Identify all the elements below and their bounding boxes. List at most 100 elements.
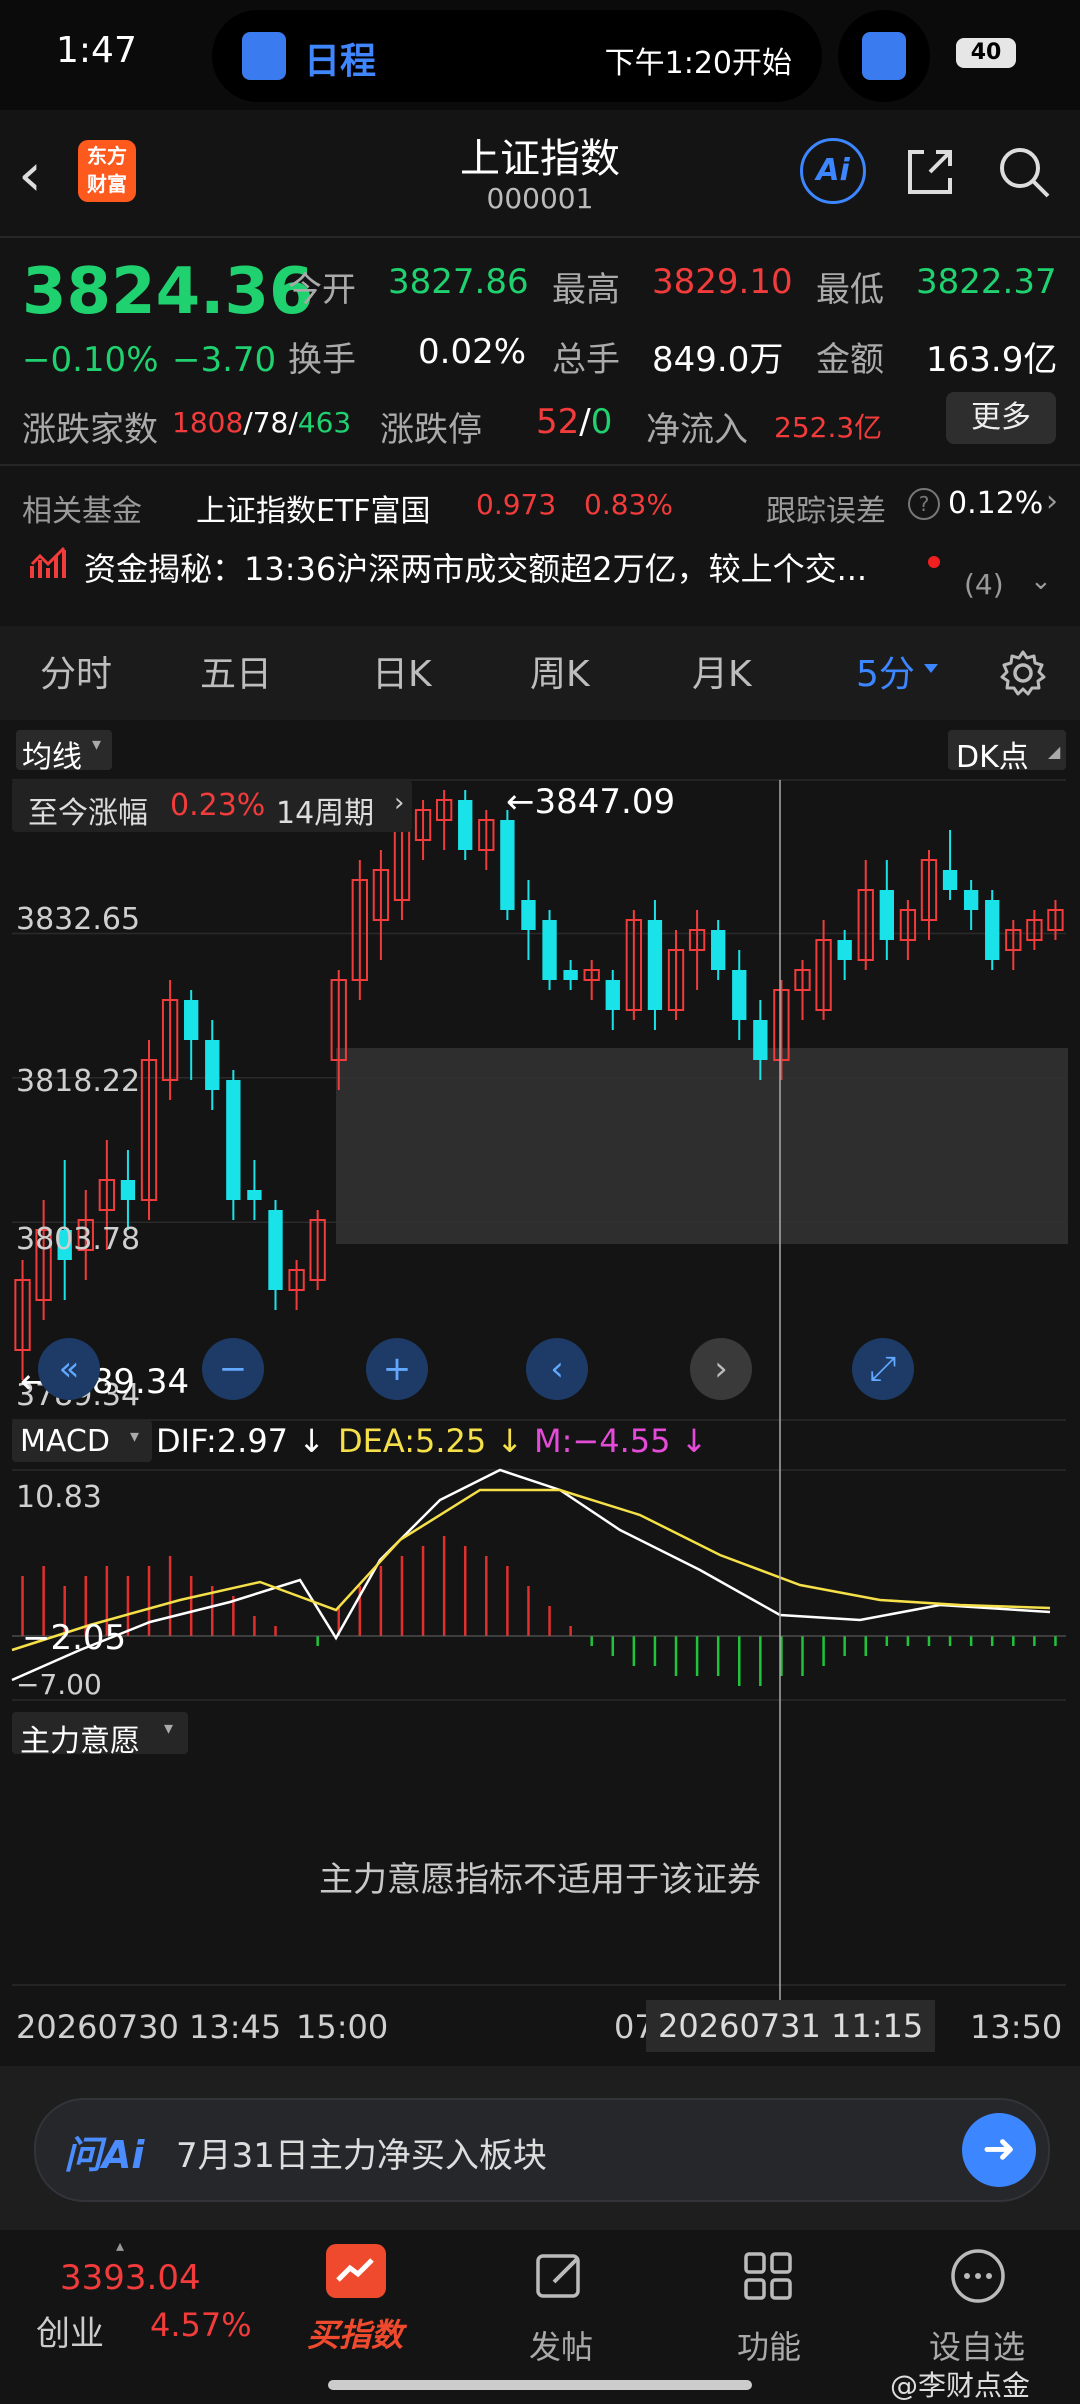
- candle-body: [184, 1000, 199, 1040]
- caret-down-icon: ▾: [164, 1718, 174, 1739]
- amount-value: 163.9亿: [926, 340, 1058, 380]
- ai-button[interactable]: Ai: [800, 138, 866, 204]
- netflow-value: 252.3亿: [774, 411, 883, 444]
- clock: 1:47: [56, 30, 137, 71]
- tab-daily-k[interactable]: 日K: [372, 645, 432, 697]
- fund-label: 相关基金: [22, 494, 142, 529]
- candle-body: [985, 900, 1000, 960]
- tab-intraday[interactable]: 分时: [40, 645, 112, 697]
- news-count: (4): [964, 568, 1004, 601]
- high-value: 3829.10: [652, 262, 793, 302]
- chevron-right-icon: ›: [1046, 484, 1058, 519]
- candle-body: [268, 1210, 283, 1290]
- max-marker: ←3847.09: [506, 782, 676, 822]
- nav-functions[interactable]: 功能: [704, 2322, 834, 2368]
- candle-body: [500, 820, 515, 910]
- macd-cross: −2.05: [22, 1618, 127, 1658]
- cursor-time: 20260731 11:15: [646, 2000, 936, 2052]
- nav-watchlist[interactable]: 设自选: [912, 2322, 1042, 2368]
- tracking-label: 跟踪误差: [766, 494, 886, 529]
- amount-label: 金额: [816, 340, 884, 380]
- scroll-left-button[interactable]: ‹: [526, 1338, 588, 1400]
- help-icon[interactable]: ?: [908, 488, 940, 520]
- candle-body: [521, 900, 536, 930]
- unread-dot: [928, 556, 940, 568]
- fullscreen-button[interactable]: ⤢: [852, 1338, 914, 1400]
- change-amount: −3.70: [172, 340, 277, 380]
- macd-selector[interactable]: MACD ▾: [12, 1420, 152, 1462]
- header: ‹ 东方财富 上证指数 000001 Ai: [0, 110, 1080, 235]
- open-label: 今开: [288, 270, 356, 310]
- main-force-label: 主力意愿: [20, 1724, 140, 1759]
- share-icon[interactable]: [902, 144, 958, 200]
- y-tick-1: 3832.65: [16, 902, 141, 937]
- ask-ai-input[interactable]: 7月31日主力净买入板块: [176, 2128, 547, 2177]
- macd-dif: DIF:2.97 ↓: [156, 1422, 326, 1460]
- breadth-down: 463: [297, 406, 352, 439]
- zoom-out-button[interactable]: −: [202, 1338, 264, 1400]
- search-icon[interactable]: [996, 144, 1052, 200]
- nav-buy-index[interactable]: 买指数: [290, 2310, 420, 2356]
- tab-weekly-k[interactable]: 周K: [530, 645, 590, 697]
- chart-icon: [326, 2244, 386, 2298]
- bottom-nav: ▴ 3393.04 创业 4.57% 买指数 发帖 功能 设自选 @李财点金: [0, 2230, 1080, 2402]
- candle-body: [942, 870, 958, 890]
- x-label-end: 13:50: [970, 2008, 1063, 2046]
- schedule-island[interactable]: 日程 下午1:20开始: [212, 10, 822, 102]
- breadth-up: 1808: [172, 406, 244, 439]
- candle-body: [247, 1190, 262, 1200]
- tab-5min[interactable]: 5分: [856, 645, 915, 697]
- candle-body: [753, 1020, 768, 1060]
- zoom-in-button[interactable]: +: [366, 1338, 428, 1400]
- shaded-range: [336, 1048, 1068, 1244]
- low-label: 最低: [816, 270, 884, 310]
- scroll-left-fast-button[interactable]: «: [38, 1338, 100, 1400]
- candle-body: [205, 1040, 220, 1090]
- low-value: 3822.37: [916, 262, 1057, 302]
- range-label: 至今涨幅: [28, 796, 148, 831]
- fund-name[interactable]: 上证指数ETF富国: [196, 486, 431, 530]
- ticker-name[interactable]: 创业: [36, 2306, 104, 2355]
- scroll-right-button[interactable]: ›: [690, 1338, 752, 1400]
- battery-icon: 40: [956, 38, 1016, 68]
- dif-value: DIF:2.97: [156, 1422, 289, 1460]
- turnover-value: 0.02%: [418, 332, 527, 372]
- watermark: @李财点金: [890, 2369, 1031, 2402]
- send-arrow-icon[interactable]: ➜: [962, 2113, 1036, 2187]
- status-bar: 1:47 日程 下午1:20开始 40: [0, 0, 1080, 110]
- nav-post[interactable]: 发帖: [496, 2322, 626, 2368]
- tracking-value: 0.12%: [948, 486, 1044, 521]
- last-price: 3824.36: [22, 255, 314, 329]
- more-button[interactable]: 更多: [946, 392, 1056, 444]
- candle-body: [647, 920, 663, 1010]
- dea-value: DEA:5.25: [338, 1422, 487, 1460]
- island-title: 日程: [304, 41, 377, 82]
- gear-icon[interactable]: [998, 648, 1048, 698]
- ask-ai-bar[interactable]: 问Ai 7月31日主力净买入板块 ➜: [34, 2098, 1050, 2202]
- fund-change: 0.83%: [584, 488, 673, 521]
- range-period: 14周期: [276, 796, 375, 831]
- limit-values: 52/0: [536, 402, 613, 442]
- macd-label: MACD: [20, 1424, 110, 1459]
- news-ticker[interactable]: 资金揭秘：13:36沪深两市成交额超2万亿，较上个交...: [84, 544, 924, 590]
- calendar-icon: [862, 32, 906, 80]
- limit-down: 0: [590, 402, 613, 442]
- y-tick-3: 3803.78: [16, 1222, 141, 1257]
- main-force-selector[interactable]: 主力意愿 ▾: [12, 1712, 188, 1759]
- high-label: 最高: [552, 270, 620, 310]
- volume-value: 849.0万: [652, 340, 784, 380]
- breadth-flat: 78: [252, 406, 289, 439]
- tab-five-day[interactable]: 五日: [200, 645, 272, 697]
- ticker-value[interactable]: 3393.04: [60, 2258, 201, 2298]
- candle-body: [605, 980, 620, 1010]
- candle-body: [458, 800, 473, 850]
- schedule-pill[interactable]: [838, 10, 930, 102]
- ticker-change[interactable]: 4.57%: [150, 2306, 252, 2344]
- m-value: M:−4.55: [534, 1422, 671, 1460]
- chevron-down-icon[interactable]: ⌄: [1030, 566, 1052, 596]
- candle-body: [732, 970, 747, 1020]
- candle-body: [711, 930, 726, 970]
- caret-down-icon: [924, 664, 938, 673]
- range-info[interactable]: 至今涨幅 0.23% 14周期 ›: [12, 780, 412, 832]
- tab-monthly-k[interactable]: 月K: [692, 645, 752, 697]
